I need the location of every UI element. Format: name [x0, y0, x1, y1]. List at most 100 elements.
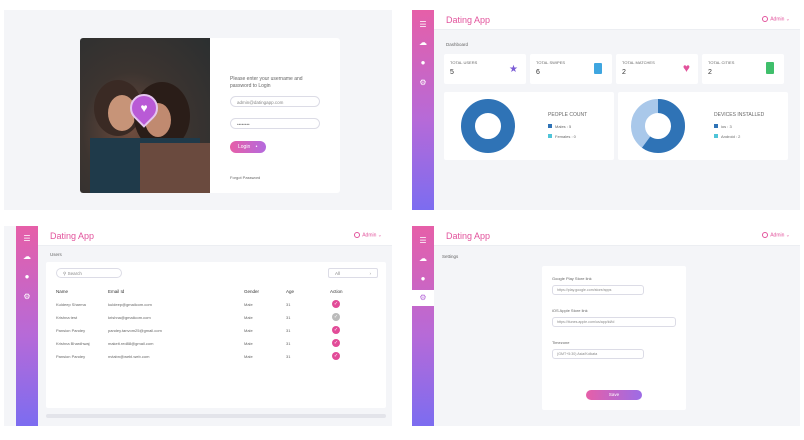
- status-toggle-icon[interactable]: ✓: [332, 300, 340, 308]
- ios-link-label: iOS Apple Store link: [552, 308, 588, 313]
- stat-card-users: TOTAL USERS 5 ★: [444, 54, 526, 84]
- cell-email: pandey.tanvom25@gmail.com: [108, 328, 162, 333]
- forgot-password-link[interactable]: Forgot Password: [230, 175, 260, 180]
- status-toggle-icon[interactable]: ✓: [332, 313, 340, 321]
- settings-panel: ☰ ☁ ● ⚙ Dating App Admin ⌄ Settings Goog…: [412, 226, 800, 426]
- cell-gender: Male: [244, 354, 253, 359]
- google-link-label: Google Play Store link: [552, 276, 592, 281]
- couple-photo: ♥: [80, 38, 210, 193]
- sidebar: ☰ ☁ ● ⚙: [412, 10, 434, 210]
- status-toggle-icon[interactable]: ✓: [332, 326, 340, 334]
- cell-age: 31: [286, 341, 291, 346]
- avatar: [354, 232, 361, 238]
- donut-males: [461, 99, 515, 153]
- topbar: Dating App Admin ⌄: [434, 10, 800, 30]
- settings-icon[interactable]: ⚙: [16, 292, 38, 302]
- users-table-card: ⚲ Search All › Name Email Id Gender Age …: [46, 262, 386, 408]
- menu-icon[interactable]: ☰: [16, 234, 38, 244]
- settings-icon: ⚙: [419, 293, 427, 302]
- breadcrumb: Settings: [442, 254, 459, 259]
- topbar: Dating App Admin ⌄: [434, 226, 800, 246]
- breadcrumb: Dashboard: [446, 42, 469, 47]
- app-title: Dating App: [446, 231, 491, 241]
- arrow-icon: •: [255, 144, 258, 150]
- login-card: ♥ Please enter your username and passwor…: [80, 38, 340, 193]
- ios-link-input[interactable]: https://itunes.apple.com/us/app/id/id: [552, 317, 676, 327]
- dashboard-icon[interactable]: ☁: [16, 252, 38, 262]
- google-link-input[interactable]: https://play.google.com/store/apps: [552, 285, 644, 295]
- chevron-down-icon: ›: [369, 271, 372, 276]
- cell-email: nvtabn@webl.web.com: [108, 354, 150, 359]
- stat-value: 6: [536, 69, 540, 76]
- app-title: Dating App: [446, 15, 491, 25]
- col-age: Age: [286, 289, 295, 294]
- cell-email: makeit.red88@gmail.com: [108, 341, 154, 346]
- save-button[interactable]: Save: [586, 390, 642, 400]
- timezone-select[interactable]: (GMT+5:30) Asia/Kolkata: [552, 349, 644, 359]
- sidebar: ☰ ☁ ● ⚙: [16, 226, 38, 426]
- cell-gender: Male: [244, 341, 253, 346]
- legend-males: Males : 5: [548, 124, 571, 129]
- cell-name: Krishna test: [56, 315, 78, 320]
- settings-form-card: Google Play Store link https://play.goog…: [542, 266, 686, 410]
- col-gender: Gender: [244, 289, 260, 294]
- cell-name: Kuldeep Sharma: [56, 302, 86, 307]
- stat-card-cities: TOTAL CITIES 2: [702, 54, 784, 84]
- dashboard-icon[interactable]: ☁: [412, 38, 434, 48]
- admin-menu[interactable]: Admin ⌄: [762, 232, 790, 238]
- menu-icon[interactable]: ☰: [412, 20, 434, 30]
- col-name: Name: [56, 289, 69, 294]
- stat-value: 2: [622, 69, 626, 76]
- cell-gender: Male: [244, 328, 253, 333]
- sidebar-item-settings[interactable]: ⚙: [412, 290, 434, 306]
- cell-email: kuldeep@gmailcom.com: [108, 302, 152, 307]
- horizontal-scrollbar[interactable]: [46, 414, 386, 418]
- cell-age: 31: [286, 302, 291, 307]
- stat-label: TOTAL SWIPES: [536, 60, 566, 65]
- login-button-label: Login: [238, 144, 251, 150]
- cell-age: 31: [286, 354, 291, 359]
- login-panel: ♥ Please enter your username and passwor…: [4, 10, 392, 210]
- app-title: Dating App: [50, 231, 95, 241]
- status-toggle-icon[interactable]: ✓: [332, 352, 340, 360]
- filter-value: All: [335, 271, 341, 276]
- cell-age: 31: [286, 315, 291, 320]
- status-toggle-icon[interactable]: ✓: [332, 339, 340, 347]
- admin-menu[interactable]: Admin ⌄: [354, 232, 382, 238]
- login-button[interactable]: Login •: [230, 141, 266, 153]
- admin-menu[interactable]: Admin ⌄: [762, 16, 790, 22]
- heart-icon: ♥: [682, 61, 690, 75]
- user-icon[interactable]: ●: [412, 274, 434, 284]
- timezone-label: Timezone: [552, 340, 570, 345]
- cell-gender: Male: [244, 315, 253, 320]
- login-prompt: Please enter your username and password …: [230, 76, 303, 89]
- username-field[interactable]: admin@datingapp.com: [230, 96, 320, 107]
- breadcrumb: Users: [50, 252, 62, 257]
- cell-email: krishna@gmailcom.com: [108, 315, 151, 320]
- topbar: Dating App Admin ⌄: [38, 226, 392, 246]
- search-input[interactable]: ⚲ Search: [56, 268, 122, 278]
- menu-icon[interactable]: ☰: [412, 236, 434, 246]
- user-icon[interactable]: ●: [412, 58, 434, 68]
- search-placeholder: Search: [67, 271, 82, 276]
- avatar: [762, 16, 769, 22]
- cell-name: Krishna Bhardhwaj: [56, 341, 90, 346]
- gender-filter-select[interactable]: All ›: [328, 268, 378, 278]
- user-icon[interactable]: ●: [16, 272, 38, 282]
- admin-label: Admin: [770, 16, 785, 23]
- people-donut-chart: [461, 99, 515, 153]
- legend-android: Android : 2: [714, 134, 740, 139]
- city-icon: [766, 62, 774, 74]
- cell-name: Pansion Pandey: [56, 354, 86, 359]
- admin-label: Admin: [770, 232, 785, 239]
- col-action: Action: [330, 289, 343, 294]
- settings-icon[interactable]: ⚙: [412, 78, 434, 88]
- stat-card-matches: TOTAL MATCHES 2 ♥: [616, 54, 698, 84]
- avatar: [762, 232, 769, 238]
- users-icon: ★: [509, 64, 518, 75]
- password-field[interactable]: ••••••••: [230, 118, 320, 129]
- people-title: PEOPLE COUNT: [548, 112, 588, 118]
- admin-label: Admin: [362, 232, 377, 239]
- search-icon: ⚲: [63, 271, 67, 276]
- dashboard-icon[interactable]: ☁: [412, 254, 434, 264]
